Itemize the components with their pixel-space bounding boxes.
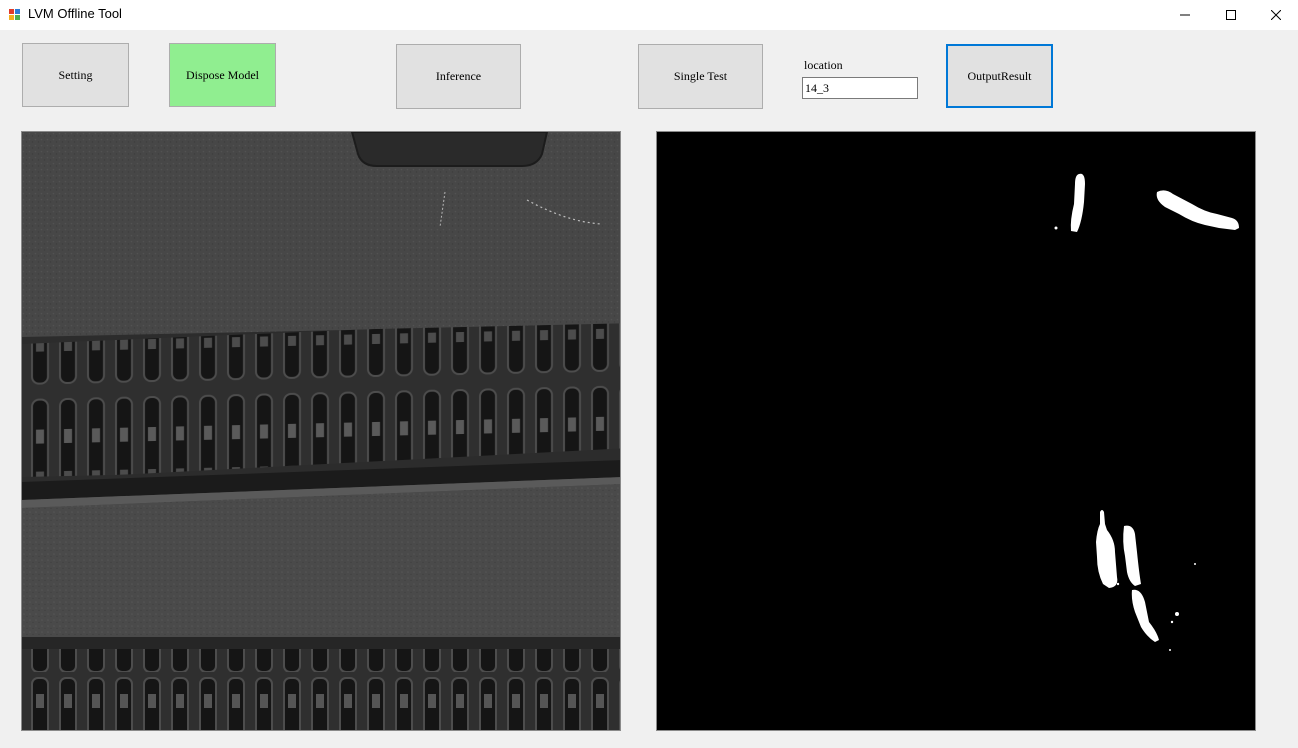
source-image <box>22 132 620 730</box>
minimize-icon <box>1180 14 1190 16</box>
window-title: LVM Offline Tool <box>28 6 122 21</box>
maximize-button[interactable] <box>1208 0 1254 30</box>
output-result-button[interactable]: OutputResult <box>946 44 1053 108</box>
close-button[interactable] <box>1253 0 1298 30</box>
result-mask-panel <box>656 131 1256 731</box>
single-test-button[interactable]: Single Test <box>638 44 763 109</box>
setting-button[interactable]: Setting <box>22 43 129 107</box>
source-image-panel <box>21 131 621 731</box>
title-bar: LVM Offline Tool <box>0 0 1298 30</box>
location-input[interactable] <box>802 77 918 99</box>
result-mask <box>657 132 1255 730</box>
close-icon <box>1271 10 1281 20</box>
minimize-button[interactable] <box>1162 0 1208 30</box>
maximize-icon <box>1226 10 1236 20</box>
location-label: location <box>804 58 843 72</box>
app-icon <box>8 8 21 21</box>
inference-button[interactable]: Inference <box>396 44 521 109</box>
dispose-model-button[interactable]: Dispose Model <box>169 43 276 107</box>
